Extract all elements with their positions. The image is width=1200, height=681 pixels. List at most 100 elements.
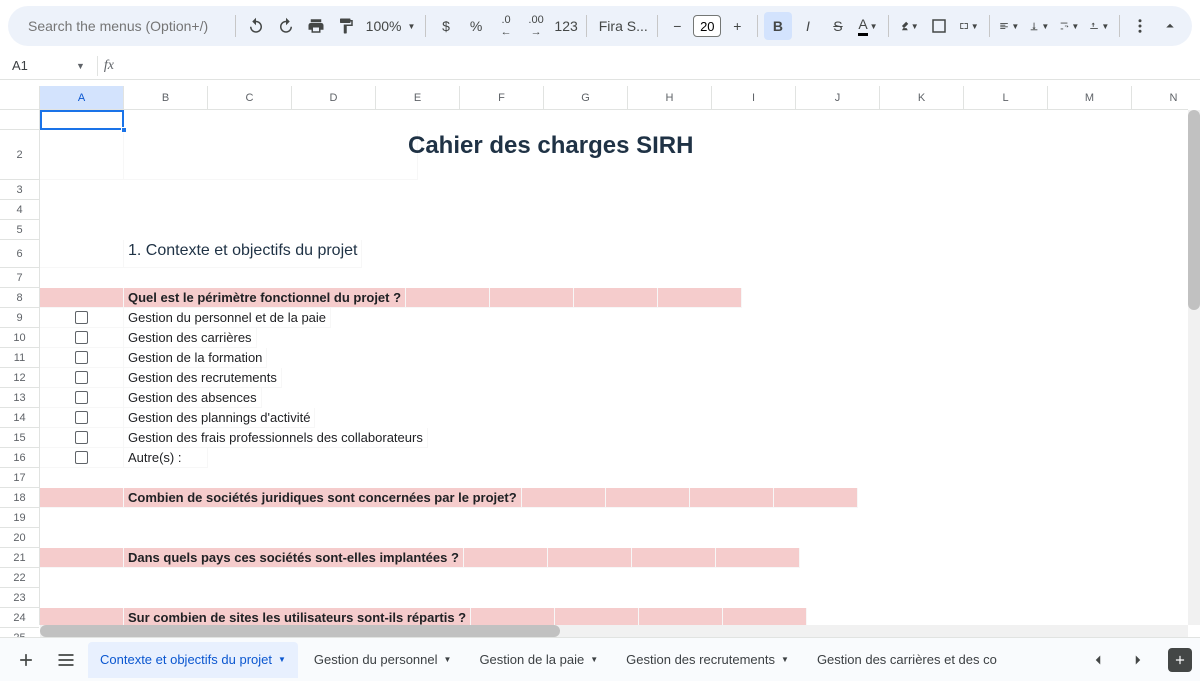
select-all-corner[interactable] (0, 86, 40, 110)
font-size-input[interactable] (693, 15, 721, 37)
paint-format-button[interactable] (332, 12, 360, 40)
undo-button[interactable] (242, 12, 270, 40)
row-header[interactable]: 7 (0, 268, 39, 288)
sheet-tab-personnel[interactable]: Gestion du personnel▼ (302, 642, 464, 678)
print-button[interactable] (302, 12, 330, 40)
column-header[interactable]: A (40, 86, 124, 109)
checkbox[interactable] (75, 311, 88, 324)
checkbox[interactable] (75, 411, 88, 424)
row-header[interactable] (0, 110, 39, 130)
sheet-tab-paie[interactable]: Gestion de la paie▼ (467, 642, 610, 678)
row-header[interactable]: 24 (0, 608, 39, 628)
column-header[interactable]: G (544, 86, 628, 109)
vertical-align-button[interactable]: ▼ (1025, 12, 1053, 40)
sheet-tab-contexte[interactable]: Contexte et objectifs du projet▼ (88, 642, 298, 678)
column-header[interactable]: B (124, 86, 208, 109)
toolbar-separator (888, 15, 889, 37)
toolbar-more-button[interactable] (1126, 12, 1154, 40)
column-header[interactable]: F (460, 86, 544, 109)
currency-button[interactable]: $ (432, 12, 460, 40)
row-headers: 2 3 4 5 6 7 8 9 10 11 12 13 14 15 16 17 … (0, 110, 40, 625)
fill-handle[interactable] (121, 127, 127, 133)
row-header[interactable]: 8 (0, 288, 39, 308)
row-header[interactable]: 20 (0, 528, 39, 548)
column-header[interactable]: I (712, 86, 796, 109)
name-box-input[interactable] (8, 55, 70, 77)
row-header[interactable]: 5 (0, 220, 39, 240)
row-header[interactable]: 11 (0, 348, 39, 368)
font-family-dropdown[interactable]: Fira S...▼ (593, 18, 651, 34)
row-header[interactable]: 3 (0, 180, 39, 200)
row-header[interactable]: 23 (0, 588, 39, 608)
section-heading: 1. Contexte et objectifs du projet (124, 240, 362, 268)
row-header[interactable]: 14 (0, 408, 39, 428)
column-header[interactable]: L (964, 86, 1048, 109)
sheet-tab-recrutements[interactable]: Gestion des recrutements▼ (614, 642, 801, 678)
row-header[interactable]: 21 (0, 548, 39, 568)
text-color-button[interactable]: A▼ (854, 12, 882, 40)
row-header[interactable]: 18 (0, 488, 39, 508)
tab-scroll-right-button[interactable] (1120, 642, 1156, 678)
strikethrough-button[interactable]: S (824, 12, 852, 40)
row-header[interactable]: 25 (0, 628, 39, 637)
redo-button[interactable] (272, 12, 300, 40)
borders-button[interactable] (925, 12, 953, 40)
sheet-tab-carrieres[interactable]: Gestion des carrières et des co (805, 642, 1009, 678)
column-header[interactable]: E (376, 86, 460, 109)
increase-font-size-button[interactable]: + (723, 12, 751, 40)
text-wrap-button[interactable]: ▼ (1055, 12, 1083, 40)
text-rotation-button[interactable]: ▼ (1085, 12, 1113, 40)
horizontal-scrollbar[interactable] (40, 625, 1188, 637)
merge-cells-button[interactable]: ▼ (955, 12, 983, 40)
checkbox[interactable] (75, 331, 88, 344)
row-header[interactable]: 19 (0, 508, 39, 528)
percent-button[interactable]: % (462, 12, 490, 40)
column-header[interactable]: M (1048, 86, 1132, 109)
zoom-dropdown[interactable]: 100%▼ (362, 18, 420, 34)
formula-input[interactable] (120, 58, 1192, 73)
column-header[interactable]: N (1132, 86, 1200, 109)
collapse-toolbar-button[interactable] (1156, 12, 1184, 40)
fill-color-button[interactable]: ▼ (895, 12, 923, 40)
row-header[interactable]: 4 (0, 200, 39, 220)
column-header[interactable]: C (208, 86, 292, 109)
checkbox[interactable] (75, 391, 88, 404)
decrease-font-size-button[interactable]: − (663, 12, 691, 40)
separator (97, 56, 98, 76)
checkbox[interactable] (75, 431, 88, 444)
scrollbar-thumb[interactable] (1188, 110, 1200, 310)
row-header[interactable]: 12 (0, 368, 39, 388)
name-box-dropdown[interactable]: ▼ (70, 61, 91, 71)
row-header[interactable]: 2 (0, 130, 39, 180)
row-header[interactable]: 9 (0, 308, 39, 328)
column-header[interactable]: H (628, 86, 712, 109)
tab-scroll-left-button[interactable] (1080, 642, 1116, 678)
cells-viewport[interactable]: Cahier des charges SIRH 1. Contexte et o… (40, 110, 1188, 625)
more-formats-button[interactable]: 123 (552, 12, 580, 40)
row-header[interactable]: 6 (0, 240, 39, 268)
row-header[interactable]: 10 (0, 328, 39, 348)
checkbox[interactable] (75, 451, 88, 464)
checkbox[interactable] (75, 371, 88, 384)
menu-search-input[interactable] (16, 12, 221, 40)
toolbar-separator (1119, 15, 1120, 37)
row-header[interactable]: 13 (0, 388, 39, 408)
explore-button[interactable] (1168, 648, 1192, 672)
add-sheet-button[interactable] (8, 642, 44, 678)
horizontal-align-button[interactable]: ▼ (995, 12, 1023, 40)
row-header[interactable]: 17 (0, 468, 39, 488)
vertical-scrollbar[interactable] (1188, 110, 1200, 625)
bold-button[interactable]: B (764, 12, 792, 40)
scrollbar-thumb[interactable] (40, 625, 560, 637)
column-header[interactable]: J (796, 86, 880, 109)
checkbox[interactable] (75, 351, 88, 364)
row-header[interactable]: 15 (0, 428, 39, 448)
row-header[interactable]: 16 (0, 448, 39, 468)
column-header[interactable]: D (292, 86, 376, 109)
column-header[interactable]: K (880, 86, 964, 109)
decrease-decimal-button[interactable]: .0← (492, 12, 520, 40)
row-header[interactable]: 22 (0, 568, 39, 588)
increase-decimal-button[interactable]: .00→ (522, 12, 550, 40)
all-sheets-button[interactable] (48, 642, 84, 678)
italic-button[interactable]: I (794, 12, 822, 40)
